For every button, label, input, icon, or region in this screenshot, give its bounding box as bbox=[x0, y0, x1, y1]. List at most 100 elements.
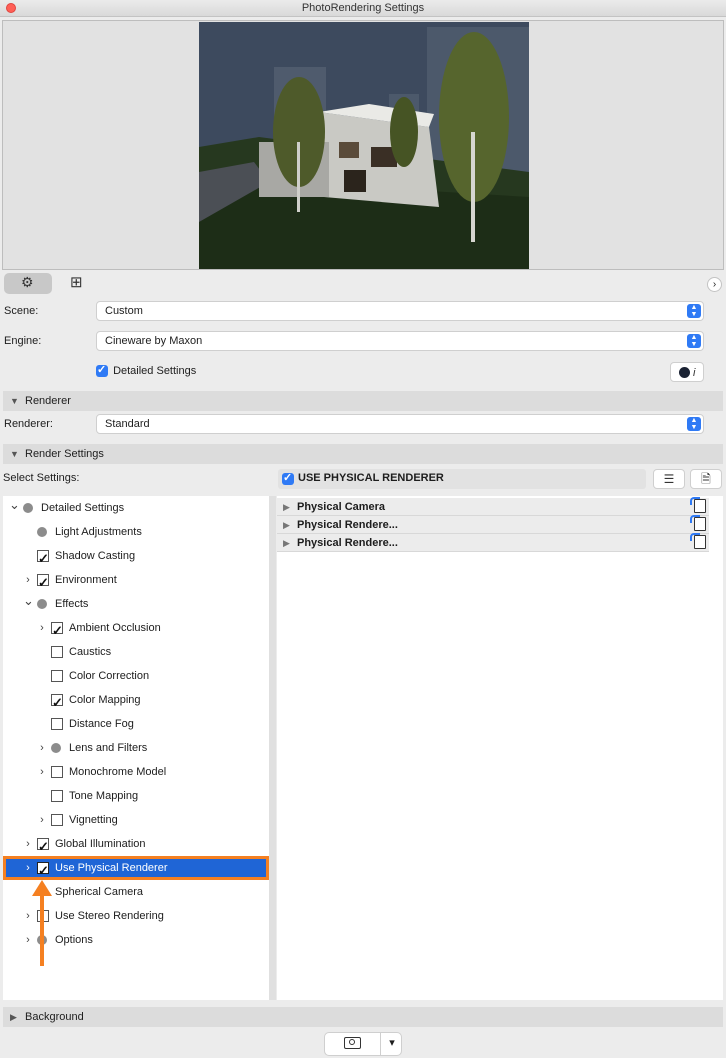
physical-setting-label: Physical Rendere... bbox=[297, 537, 398, 549]
tree-item[interactable]: ⌄ Detailed Settings bbox=[3, 496, 269, 520]
expand-panel-button[interactable]: › bbox=[707, 277, 722, 292]
tree-item-label: Monochrome Model bbox=[69, 766, 167, 778]
close-window-button[interactable] bbox=[6, 3, 16, 13]
background-section-header[interactable]: ▶ Background bbox=[3, 1007, 723, 1027]
chevron-right-icon[interactable]: › bbox=[37, 736, 47, 760]
engine-select-value: Cineware by Maxon bbox=[105, 335, 203, 347]
use-physical-renderer-toggle[interactable] bbox=[282, 471, 294, 485]
apply-settings-icon[interactable] bbox=[690, 497, 706, 513]
checkbox-unchecked[interactable] bbox=[51, 670, 63, 682]
chevron-right-icon[interactable]: › bbox=[37, 616, 47, 640]
scene-select[interactable]: Custom ▲ ▼ bbox=[96, 301, 704, 321]
checkbox-unchecked[interactable] bbox=[51, 814, 63, 826]
info-icon: i bbox=[692, 366, 696, 379]
tree-item[interactable]: Distance Fog bbox=[3, 712, 269, 736]
physical-setting-row[interactable]: ▶ Physical Rendere... bbox=[277, 533, 709, 552]
photo-render-button-group: ▾ bbox=[324, 1032, 402, 1056]
tree-item-label: Environment bbox=[55, 574, 117, 586]
disclosure-open-icon: ▼ bbox=[10, 449, 19, 459]
chevron-right-icon[interactable]: › bbox=[37, 760, 47, 784]
partial-state-dot-icon[interactable] bbox=[37, 599, 47, 609]
physical-setting-label: Physical Camera bbox=[297, 501, 386, 513]
tree-item-label: Ambient Occlusion bbox=[69, 622, 161, 634]
tree-item[interactable]: › Ambient Occlusion bbox=[3, 616, 269, 643]
tree-item[interactable]: › Environment bbox=[3, 568, 269, 595]
partial-state-dot-icon[interactable] bbox=[37, 527, 47, 537]
tree-item[interactable]: Color Correction bbox=[3, 664, 269, 688]
tree-item[interactable]: › Monochrome Model bbox=[3, 760, 269, 784]
physical-setting-row[interactable]: ▶ Physical Camera bbox=[277, 497, 709, 516]
popup-arrows-icon: ▲ ▼ bbox=[687, 417, 701, 431]
checkbox-checked[interactable] bbox=[37, 859, 49, 883]
renderer-select[interactable]: Standard ▲ ▼ bbox=[96, 414, 704, 434]
tree-item[interactable]: › Use Physical Renderer bbox=[3, 856, 269, 883]
tree-item[interactable]: Light Adjustments bbox=[3, 520, 269, 544]
window-titlebar: PhotoRendering Settings bbox=[0, 0, 726, 17]
detailed-settings-checkbox[interactable]: Detailed Settings bbox=[96, 363, 196, 378]
settings-tab-button[interactable]: ⚙ bbox=[4, 273, 52, 294]
checkbox-unchecked[interactable] bbox=[51, 718, 63, 730]
tree-item[interactable]: › Vignetting bbox=[3, 808, 269, 832]
tree-splitter[interactable] bbox=[269, 496, 276, 1000]
renderer-select-value: Standard bbox=[105, 418, 150, 430]
popup-arrows-icon: ▲ ▼ bbox=[687, 334, 701, 348]
tree-item-label: Tone Mapping bbox=[69, 790, 139, 802]
camera-button[interactable] bbox=[325, 1033, 381, 1055]
physical-setting-row[interactable]: ▶ Physical Rendere... bbox=[277, 515, 709, 534]
checkbox-unchecked[interactable] bbox=[51, 766, 63, 778]
edit-settings-button[interactable]: 🗎 bbox=[690, 469, 722, 489]
cinema4d-logo-icon bbox=[678, 367, 690, 379]
tree-item-label: Caustics bbox=[69, 646, 112, 658]
tree-item[interactable]: › Lens and Filters bbox=[3, 736, 269, 760]
checkbox-checked[interactable] bbox=[37, 547, 49, 571]
checkbox-unchecked[interactable] bbox=[51, 790, 63, 802]
tree-item[interactable]: Shadow Casting bbox=[3, 544, 269, 571]
layout-icon: ⊞ bbox=[70, 274, 83, 291]
render-options-dropdown[interactable]: ▾ bbox=[382, 1033, 402, 1055]
disclosure-closed-icon[interactable]: ▶ bbox=[283, 534, 290, 552]
chevron-right-icon[interactable]: › bbox=[23, 568, 33, 592]
checkbox-unchecked[interactable] bbox=[51, 646, 63, 658]
partial-state-dot-icon[interactable] bbox=[51, 743, 61, 753]
disclosure-open-icon: ▼ bbox=[10, 396, 19, 406]
disclosure-closed-icon[interactable]: ▶ bbox=[283, 516, 290, 534]
engine-select[interactable]: Cineware by Maxon ▲ ▼ bbox=[96, 331, 704, 351]
list-view-button[interactable]: ☰ bbox=[653, 469, 685, 489]
apply-settings-icon[interactable] bbox=[690, 515, 706, 531]
partial-state-dot-icon[interactable] bbox=[23, 503, 33, 513]
tree-item[interactable]: Tone Mapping bbox=[3, 784, 269, 808]
scene-label: Scene: bbox=[4, 305, 39, 317]
cinema-info-button[interactable]: i bbox=[670, 362, 704, 382]
tree-item[interactable]: Color Mapping bbox=[3, 688, 269, 715]
disclosure-closed-icon: ▶ bbox=[10, 1012, 17, 1022]
renderer-label: Renderer: bbox=[4, 418, 53, 430]
chevron-right-icon[interactable]: › bbox=[37, 808, 47, 832]
popup-arrows-icon: ▲ ▼ bbox=[687, 304, 701, 318]
annotation-arrow bbox=[32, 880, 52, 966]
checkbox-checked[interactable] bbox=[37, 571, 49, 595]
render-settings-section-header[interactable]: ▼ Render Settings bbox=[3, 444, 723, 464]
render-preview-image bbox=[199, 22, 529, 269]
renderer-section-header[interactable]: ▼ Renderer bbox=[3, 391, 723, 411]
tree-item-label: Global Illumination bbox=[55, 838, 146, 850]
disclosure-closed-icon[interactable]: ▶ bbox=[283, 498, 290, 516]
checkbox-checked[interactable] bbox=[37, 835, 49, 859]
tree-item-label: Options bbox=[55, 934, 93, 946]
tree-item-label: Distance Fog bbox=[69, 718, 134, 730]
chevron-right-icon[interactable]: › bbox=[23, 832, 33, 856]
checkbox-checked[interactable] bbox=[51, 619, 63, 643]
chevron-down-icon[interactable]: ⌄ bbox=[23, 592, 34, 610]
tree-item[interactable]: › Global Illumination bbox=[3, 832, 269, 859]
apply-settings-icon[interactable] bbox=[690, 533, 706, 549]
tree-item[interactable]: Caustics bbox=[3, 640, 269, 664]
chevron-down-icon[interactable]: ⌄ bbox=[9, 496, 20, 514]
use-physical-renderer-header: USE PHYSICAL RENDERER bbox=[278, 469, 646, 489]
scene-select-value: Custom bbox=[105, 305, 143, 317]
tree-item-label: Shadow Casting bbox=[55, 550, 136, 562]
checkbox-checked[interactable] bbox=[51, 691, 63, 715]
layout-tab-button[interactable]: ⊞ bbox=[54, 273, 102, 294]
chevron-right-icon[interactable]: › bbox=[23, 856, 33, 880]
window-title: PhotoRendering Settings bbox=[301, 2, 425, 14]
list-icon: ☰ bbox=[663, 472, 675, 486]
tree-item[interactable]: ⌄ Effects bbox=[3, 592, 269, 616]
